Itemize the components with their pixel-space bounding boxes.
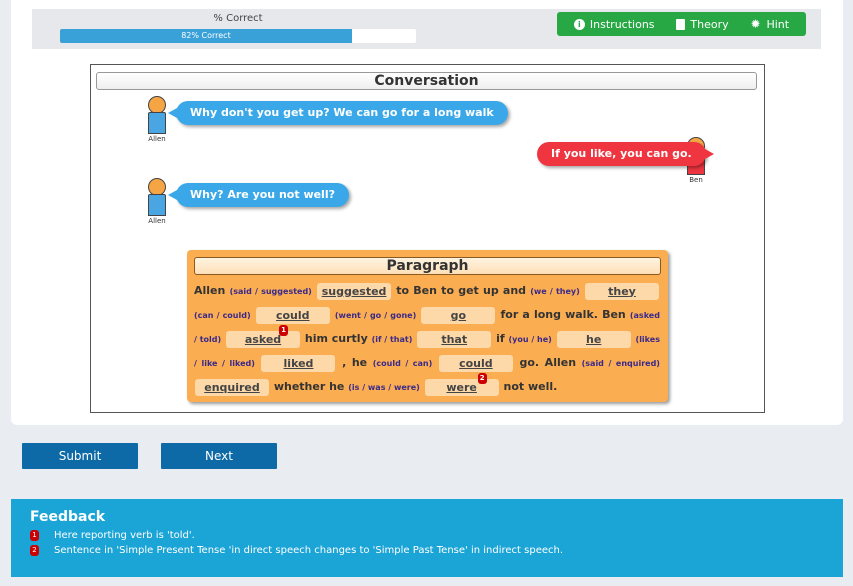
feedback-item: 1 Here reporting verb is 'told'.	[30, 530, 195, 541]
answer-blank[interactable]: that	[417, 330, 492, 348]
paragraph-text: Allen (said / suggested) suggested to Be…	[194, 279, 660, 399]
paragraph-text-segment: for a long walk. Ben	[500, 308, 626, 321]
speaker-name: Allen	[148, 135, 166, 143]
allen-avatar: Allen	[146, 96, 168, 143]
paragraph-text-segment: if	[496, 332, 505, 345]
avatar-body	[148, 194, 166, 216]
feedback-marker: 1	[30, 530, 39, 541]
info-icon: i	[573, 18, 585, 30]
paragraph-text-segment: whether he	[273, 380, 345, 393]
feedback-text: Here reporting verb is 'told'.	[54, 530, 195, 541]
progress-bar: 82% Correct	[60, 29, 416, 43]
paragraph-text-segment: go. Allen	[519, 356, 577, 369]
hint-label: Hint	[766, 17, 790, 31]
answer-blank[interactable]: liked	[261, 354, 336, 372]
answer-options: (we / they)	[530, 287, 580, 296]
help-toolbar: i Instructions Theory ✹ Hint	[557, 12, 806, 36]
answer-options: (went / go / gone)	[334, 311, 417, 320]
feedback-text: Sentence in 'Simple Present Tense 'in di…	[54, 545, 564, 556]
answer-blank[interactable]: could	[438, 354, 513, 372]
paragraph-text-segment: , he	[342, 356, 368, 369]
hint-button[interactable]: ✹ Hint	[750, 18, 789, 31]
hint-icon: ✹	[750, 16, 761, 31]
feedback-marker: 2	[477, 372, 487, 384]
instructions-button[interactable]: i Instructions	[573, 17, 655, 31]
feedback-marker: 1	[279, 324, 289, 336]
speech-bubble-allen-2: Why? Are you not well?	[168, 183, 349, 207]
theory-button[interactable]: Theory	[676, 17, 729, 31]
feedback-item: 2 Sentence in 'Simple Present Tense 'in …	[30, 545, 563, 556]
speech-bubble-allen-1: Why don't you get up? We can go for a lo…	[168, 101, 508, 125]
answer-blank[interactable]: enquired	[195, 378, 269, 396]
answer-blank[interactable]: suggested	[317, 282, 392, 300]
answer-options: (said / suggested)	[229, 287, 312, 296]
answer-options: (can / could)	[194, 311, 251, 320]
answer-options: (you / he)	[508, 335, 552, 344]
paragraph-text-segment: not well.	[503, 380, 558, 393]
speaker-name: Allen	[148, 217, 166, 225]
answer-value: asked	[244, 332, 282, 346]
percent-correct-label: % Correct	[213, 13, 263, 24]
feedback-title: Feedback	[30, 509, 106, 525]
paragraph-title: Paragraph	[194, 257, 661, 275]
answer-options: (said / enquired)	[581, 359, 660, 368]
theory-label: Theory	[690, 17, 729, 31]
feedback-marker: 2	[30, 545, 39, 556]
book-icon	[676, 18, 686, 30]
allen-avatar: Allen	[146, 178, 168, 225]
answer-options: (is / was / were)	[348, 383, 420, 392]
next-button[interactable]: Next	[161, 443, 277, 469]
submit-button[interactable]: Submit	[22, 443, 138, 469]
answer-value: were	[446, 380, 477, 394]
avatar-body	[148, 112, 166, 134]
paragraph-text-segment: Allen	[194, 284, 226, 297]
progress-bar-fill: 82% Correct	[60, 29, 352, 43]
paragraph-text-segment: him curtly	[304, 332, 368, 345]
feedback-panel: Feedback 1 Here reporting verb is 'told'…	[11, 499, 843, 577]
answer-blank-incorrect[interactable]: asked 1	[226, 324, 301, 348]
answer-blank[interactable]: he	[556, 330, 631, 348]
instructions-label: Instructions	[589, 17, 655, 31]
conversation-title: Conversation	[96, 72, 757, 90]
paragraph-panel: Paragraph Allen (said / suggested) sugge…	[187, 250, 668, 402]
paragraph-text-segment: to Ben to get up and	[396, 284, 527, 297]
answer-blank[interactable]: go	[421, 306, 496, 324]
answer-options: (could / can)	[372, 359, 433, 368]
answer-blank[interactable]: could	[255, 306, 330, 324]
speaker-name: Ben	[689, 176, 703, 184]
answer-blank[interactable]: they	[585, 282, 659, 300]
speech-bubble-ben: If you like, you can go.	[537, 142, 714, 166]
answer-options: (if / that)	[371, 335, 413, 344]
answer-blank-incorrect[interactable]: were 2	[424, 372, 499, 396]
